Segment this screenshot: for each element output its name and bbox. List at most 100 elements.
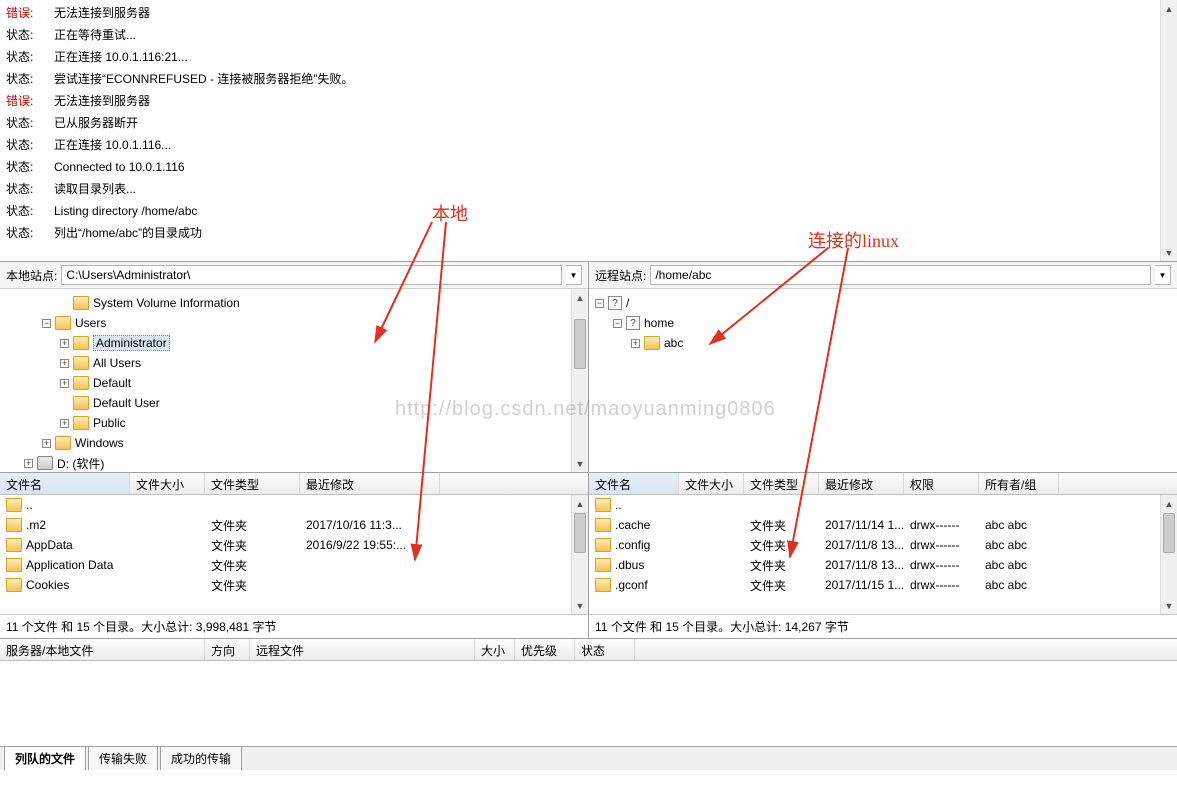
file-row[interactable]: .dbus文件夹2017/11/8 13...drwx------abc abc <box>589 555 1177 575</box>
local-tree[interactable]: System Volume Information − Users + Administ… <box>0 289 588 473</box>
file-name-cell[interactable]: .. <box>0 496 130 514</box>
tree-node[interactable]: Default User <box>6 393 582 413</box>
queue-column-header[interactable]: 状态 <box>575 639 635 660</box>
scroll-thumb[interactable] <box>574 319 586 369</box>
tree-node[interactable]: + D: (软件) <box>6 453 582 473</box>
file-name-cell[interactable]: .m2 <box>0 516 130 534</box>
column-header[interactable]: 文件大小 <box>679 473 744 494</box>
bottom-tab[interactable]: 成功的传输 <box>160 746 242 770</box>
queue-column-header[interactable]: 服务器/本地文件 <box>0 639 205 660</box>
scroll-up-icon[interactable]: ▲ <box>1161 0 1177 17</box>
remote-path-dropdown[interactable]: ▼ <box>1155 265 1171 285</box>
tree-label[interactable]: Public <box>93 416 126 430</box>
column-header[interactable]: 文件类型 <box>744 473 819 494</box>
tree-label[interactable]: Users <box>75 316 106 330</box>
tree-expander-icon[interactable]: − <box>613 319 622 328</box>
local-path-input[interactable] <box>61 265 562 285</box>
remote-file-header[interactable]: 文件名文件大小文件类型最近修改权限所有者/组 <box>589 473 1177 495</box>
tree-expander-icon[interactable]: + <box>42 439 51 448</box>
file-name-cell[interactable]: Application Data <box>0 556 130 574</box>
tree-expander-icon[interactable]: + <box>60 339 69 348</box>
column-header[interactable]: 文件大小 <box>130 473 205 494</box>
file-name-cell[interactable]: Cookies <box>0 576 130 594</box>
local-list-scrollbar[interactable]: ▲ ▼ <box>571 495 588 614</box>
column-header[interactable]: 文件名 <box>0 473 130 494</box>
tree-node[interactable]: + All Users <box>6 353 582 373</box>
file-name-cell[interactable]: .cache <box>589 516 679 534</box>
file-row[interactable]: .. <box>589 495 1177 515</box>
tree-expander-icon[interactable]: − <box>595 299 604 308</box>
log-scrollbar[interactable]: ▲ ▼ <box>1160 0 1177 261</box>
tree-node[interactable]: + Default <box>6 373 582 393</box>
tree-label[interactable]: D: (软件) <box>57 455 104 472</box>
file-row[interactable]: .. <box>0 495 588 515</box>
tree-label[interactable]: Windows <box>75 436 124 450</box>
tree-expander-icon[interactable]: + <box>24 459 33 468</box>
tree-node[interactable]: + Administrator <box>6 333 582 353</box>
file-row[interactable]: Cookies文件夹 <box>0 575 588 595</box>
queue-column-header[interactable]: 优先级 <box>515 639 575 660</box>
file-row[interactable]: .config文件夹2017/11/8 13...drwx------abc a… <box>589 535 1177 555</box>
tree-expander-icon[interactable]: + <box>60 419 69 428</box>
local-path-dropdown[interactable]: ▼ <box>566 265 582 285</box>
file-row[interactable]: .gconf文件夹2017/11/15 1...drwx------abc ab… <box>589 575 1177 595</box>
local-tree-scrollbar[interactable]: ▲ ▼ <box>571 289 588 472</box>
scroll-up-icon[interactable]: ▲ <box>572 495 588 512</box>
column-header[interactable]: 所有者/组 <box>979 473 1059 494</box>
scroll-down-icon[interactable]: ▼ <box>1161 597 1177 614</box>
file-row[interactable]: .cache文件夹2017/11/14 1...drwx------abc ab… <box>589 515 1177 535</box>
file-name-cell[interactable]: .config <box>589 536 679 554</box>
tree-node[interactable]: + Windows <box>6 433 582 453</box>
tree-node[interactable]: −?/ <box>595 293 1171 313</box>
queue-column-header[interactable]: 大小 <box>475 639 515 660</box>
scroll-thumb[interactable] <box>574 513 586 553</box>
column-header[interactable]: 最近修改 <box>819 473 904 494</box>
tree-label[interactable]: All Users <box>93 356 141 370</box>
file-row[interactable]: Application Data文件夹 <box>0 555 588 575</box>
tree-label[interactable]: home <box>644 316 674 330</box>
tree-label[interactable]: / <box>626 296 629 310</box>
bottom-tab[interactable]: 传输失败 <box>88 746 158 770</box>
column-header[interactable]: 最近修改 <box>300 473 440 494</box>
scroll-up-icon[interactable]: ▲ <box>572 289 588 306</box>
file-name-cell[interactable]: .dbus <box>589 556 679 574</box>
remote-tree[interactable]: −?/−?home + abc <box>589 289 1177 473</box>
file-name-cell[interactable]: .. <box>589 496 679 514</box>
tree-expander-icon[interactable]: + <box>60 379 69 388</box>
tree-label[interactable]: System Volume Information <box>93 296 240 310</box>
column-header[interactable]: 权限 <box>904 473 979 494</box>
queue-column-header[interactable]: 远程文件 <box>250 639 475 660</box>
file-name-cell[interactable]: AppData <box>0 536 130 554</box>
tree-expander-icon[interactable]: − <box>42 319 51 328</box>
local-file-header[interactable]: 文件名文件大小文件类型最近修改 <box>0 473 588 495</box>
file-row[interactable]: .m2文件夹2017/10/16 11:3... <box>0 515 588 535</box>
tree-node[interactable]: − Users <box>6 313 582 333</box>
tree-label[interactable]: Default User <box>93 396 160 410</box>
file-name-cell[interactable]: .gconf <box>589 576 679 594</box>
scroll-down-icon[interactable]: ▼ <box>572 455 588 472</box>
tree-label[interactable]: Default <box>93 376 131 390</box>
scroll-down-icon[interactable]: ▼ <box>572 597 588 614</box>
remote-path-input[interactable] <box>650 265 1151 285</box>
scroll-up-icon[interactable]: ▲ <box>1161 495 1177 512</box>
local-file-body[interactable]: ...m2文件夹2017/10/16 11:3...AppData文件夹2016… <box>0 495 588 614</box>
tree-label[interactable]: Administrator <box>93 335 170 351</box>
tree-expander-icon[interactable]: + <box>60 359 69 368</box>
tree-expander-icon[interactable]: + <box>631 339 640 348</box>
queue-header[interactable]: 服务器/本地文件方向远程文件大小优先级状态 <box>0 639 1177 661</box>
remote-list-scrollbar[interactable]: ▲ ▼ <box>1160 495 1177 614</box>
queue-body[interactable] <box>0 661 1177 746</box>
tree-node[interactable]: + abc <box>595 333 1171 353</box>
column-header[interactable]: 文件类型 <box>205 473 300 494</box>
file-row[interactable]: AppData文件夹2016/9/22 19:55:... <box>0 535 588 555</box>
column-header[interactable]: 文件名 <box>589 473 679 494</box>
bottom-tab[interactable]: 列队的文件 <box>4 746 86 770</box>
tree-node[interactable]: −?home <box>595 313 1171 333</box>
tree-node[interactable]: + Public <box>6 413 582 433</box>
scroll-thumb[interactable] <box>1163 513 1175 553</box>
queue-column-header[interactable]: 方向 <box>205 639 250 660</box>
tree-node[interactable]: System Volume Information <box>6 293 582 313</box>
scroll-down-icon[interactable]: ▼ <box>1161 244 1177 261</box>
tree-label[interactable]: abc <box>664 336 683 350</box>
remote-file-body[interactable]: ...cache文件夹2017/11/14 1...drwx------abc … <box>589 495 1177 614</box>
